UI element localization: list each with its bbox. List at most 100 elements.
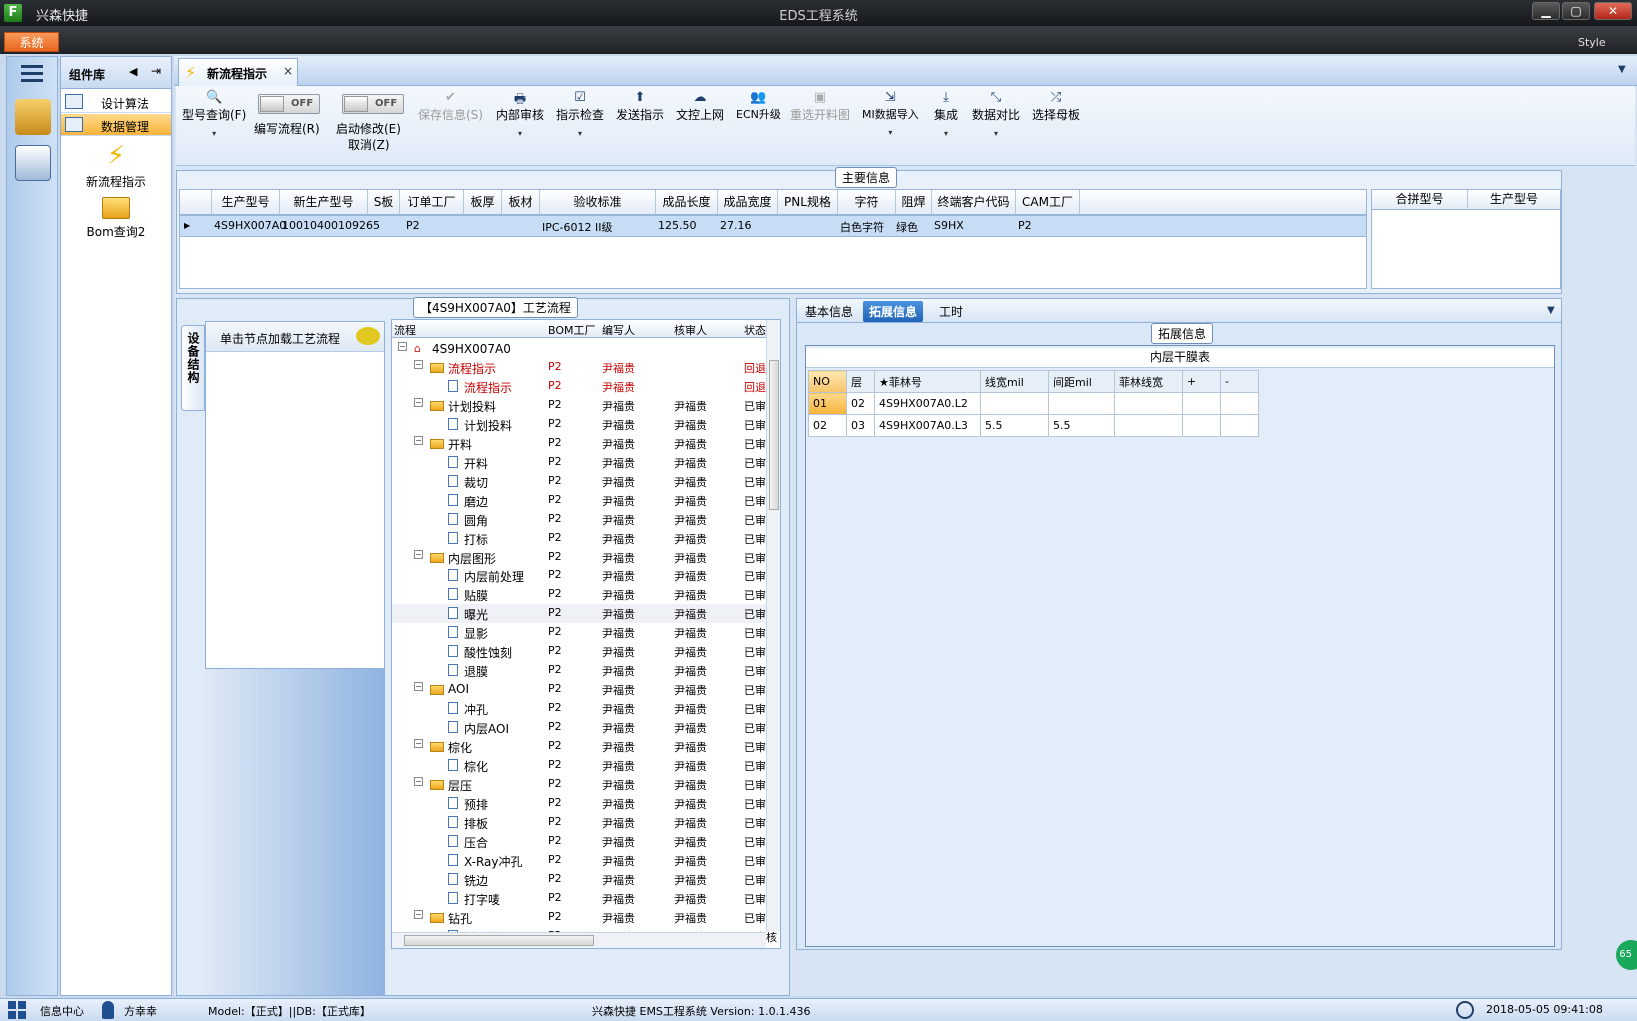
column-header[interactable]: 生产型号 [212,190,280,214]
collapse-icon[interactable]: − [414,739,423,748]
tree-leaf-node[interactable]: 内层AOI P2 尹福贵 尹福贵 已审核 [392,718,777,736]
cell-remove[interactable] [1220,392,1259,415]
tree-folder-node[interactable]: − 层压 P2 尹福贵 尹福贵 已审核 [392,775,777,793]
column-header[interactable]: 间距mil [1048,370,1115,393]
pin-panel-icon[interactable]: ⇥ [151,64,161,78]
integrate-button[interactable]: ⤓ 集成 ▾ [934,90,958,138]
column-header[interactable]: 核审人 [674,322,707,338]
close-button[interactable]: ✕ [1594,2,1632,20]
column-header[interactable]: 生产型号 [1468,190,1560,208]
factory-module-icon[interactable] [15,99,51,135]
column-header[interactable]: 线宽mil [980,370,1049,393]
column-header[interactable]: 状态 [744,322,766,338]
tree-leaf-node[interactable]: 开料 P2 尹福贵 尹福贵 已审核 [392,453,777,471]
write-flow-toggle[interactable]: OFF [258,94,320,114]
column-header[interactable]: 字符 [838,190,896,214]
start-modify-toggle[interactable]: OFF [342,94,404,114]
column-header[interactable]: S板 [368,190,400,214]
column-header[interactable]: 编写人 [602,322,635,338]
tree-leaf-node[interactable]: 冲孔 P2 尹福贵 尹福贵 已审核 [392,699,777,717]
info-center-link[interactable]: 信息中心 [40,1003,84,1019]
tree-leaf-node[interactable]: 酸性蚀刻 P2 尹福贵 尹福贵 已审核 [392,642,777,660]
dropdown-arrow-icon[interactable]: ▾ [182,129,246,138]
column-header[interactable]: 新生产型号 [280,190,368,214]
comp-item-data-management[interactable]: 数据管理 [61,114,171,136]
tree-leaf-node[interactable]: 计划投料 P2 尹福贵 尹福贵 已审核 [392,415,777,433]
cell-layer[interactable]: 02 [846,392,875,415]
tree-folder-node[interactable]: − 开料 P2 尹福贵 尹福贵 已审核 [392,434,777,452]
cell-no[interactable]: 02 [808,414,847,437]
tree-folder-node[interactable]: − 内层图形 P2 尹福贵 尹福贵 已审核 [392,548,777,566]
column-header[interactable]: 板厚 [464,190,502,214]
tree-leaf-node[interactable]: 打标 P2 尹福贵 尹福贵 已审核 [392,529,777,547]
vertical-scrollbar[interactable] [766,320,780,932]
device-structure-tab[interactable]: 设备结构 [181,325,205,411]
tree-leaf-node[interactable]: 圆角 P2 尹福贵 尹福贵 已审核 [392,510,777,528]
select-mother-board-button[interactable]: ⤮ 选择母板 [1032,90,1080,123]
tree-leaf-node[interactable]: 磨边 P2 尹福贵 尹福贵 已审核 [392,491,777,509]
system-menu-tab[interactable]: 系统 [4,32,59,52]
column-header[interactable]: 成品长度 [656,190,718,214]
collapse-icon[interactable]: − [414,776,423,786]
tree-leaf-node[interactable]: 排板 P2 尹福贵 尹福贵 已审核 [392,813,777,831]
cell-layer[interactable]: 03 [846,414,875,437]
column-header[interactable]: 板材 [502,190,540,214]
column-header[interactable]: PNL规格 [778,190,838,214]
dropdown-arrow-icon[interactable]: ▾ [862,128,919,137]
tree-leaf-node[interactable]: 内层前处理 P2 尹福贵 尹福贵 已审核 [392,566,777,584]
tree-leaf-node[interactable]: 预排 P2 尹福贵 尹福贵 已审核 [392,794,777,812]
tool-new-flow-instruction[interactable]: ⚡ 新流程指示 [61,141,171,190]
style-menu[interactable]: Style [1578,36,1606,49]
tab-dropdown-icon[interactable]: ▼ [1547,305,1555,316]
column-header[interactable]: 终端客户代码 [932,190,1016,214]
tree-folder-node[interactable]: − AOI P2 尹福贵 尹福贵 已审核 [392,680,777,698]
tree-leaf-node[interactable]: 退膜 P2 尹福贵 尹福贵 已审核 [392,661,777,679]
minimize-button[interactable]: ▁ [1532,2,1560,20]
send-instruction-button[interactable]: ⬆ 发送指示 [616,90,664,123]
tree-leaf-node[interactable]: 曝光 P2 尹福贵 尹福贵 已审核 [392,604,777,623]
tab-list-dropdown-icon[interactable]: ▼ [1618,64,1626,75]
column-header[interactable]: 菲林线宽 [1114,370,1183,393]
close-tab-icon[interactable]: × [283,64,293,78]
cancel-button[interactable]: 取消(Z) [348,136,390,153]
tree-folder-node[interactable]: − 计划投料 P2 尹福贵 尹福贵 已审核 [392,396,777,414]
cell-add[interactable] [1182,414,1221,437]
cell-spacing[interactable] [1048,392,1115,415]
cell-no[interactable]: 01 [808,392,847,415]
collapse-left-icon[interactable]: ◀ [129,65,137,78]
tree-folder-node[interactable]: − 钻孔 P2 尹福贵 尹福贵 已审核 [392,908,777,926]
save-info-button[interactable]: ✔ 保存信息(S) [418,90,483,123]
cell-film-line-width[interactable] [1114,392,1183,415]
column-header[interactable]: 阻焊 [896,190,932,214]
internal-review-button[interactable]: 🖶 内部审核 ▾ [496,90,544,138]
scroll-thumb[interactable] [769,360,779,510]
tab-extended-info[interactable]: 拓展信息 [863,301,924,322]
tree-leaf-node[interactable]: 棕化 P2 尹福贵 尹福贵 已审核 [392,756,777,774]
cell-line-width[interactable]: 5.5 [980,414,1049,437]
collapse-icon[interactable]: − [414,435,423,445]
column-header[interactable]: 层 [846,370,875,393]
tree-leaf-node[interactable]: 压合 P2 尹福贵 尹福贵 已审核 [392,832,777,850]
tree-leaf-node[interactable]: 贴膜 P2 尹福贵 尹福贵 已审核 [392,585,777,603]
tab-work-hours[interactable]: 工时 [933,301,969,322]
tree-leaf-node[interactable]: 流程指示 P2 尹福贵 回退 [392,377,766,395]
tree-leaf-node[interactable]: 铣边 P2 尹福贵 尹福贵 已审核 [392,870,777,888]
tree-leaf-node[interactable]: 打字唛 P2 尹福贵 尹福贵 已审核 [392,889,777,907]
table-row[interactable]: ▶ 4S9HX007A0 10010400109265 P2 IPC-6012 … [179,215,1367,237]
tab-new-flow-instruction[interactable]: ⚡ 新流程指示 × [178,58,298,86]
collapse-icon[interactable]: − [414,397,423,407]
column-header[interactable]: NO [808,370,847,393]
dropdown-arrow-icon[interactable]: ▾ [556,129,604,138]
collapse-icon[interactable]: − [414,549,423,559]
column-header[interactable]: BOM工厂 [548,322,596,338]
hamburger-menu-icon[interactable] [21,65,45,85]
tree-leaf-node[interactable]: X-Ray冲孔 P2 尹福贵 尹福贵 已审核 [392,851,777,869]
calculator-module-icon[interactable] [15,145,51,181]
cell-film[interactable]: 4S9HX007A0.L3 [874,414,981,437]
horizontal-scrollbar[interactable] [392,932,766,948]
tree-leaf-node[interactable]: 裁切 P2 尹福贵 尹福贵 已审核 [392,472,777,490]
tree-root-node[interactable]: − ⌂ 4S9HX007A0 [392,340,766,358]
column-header[interactable]: 流程 [394,322,416,338]
comp-item-design-algorithm[interactable]: 设计算法 [61,91,171,113]
reselect-drawing-button[interactable]: ▣ 重选开料图 [790,90,850,123]
